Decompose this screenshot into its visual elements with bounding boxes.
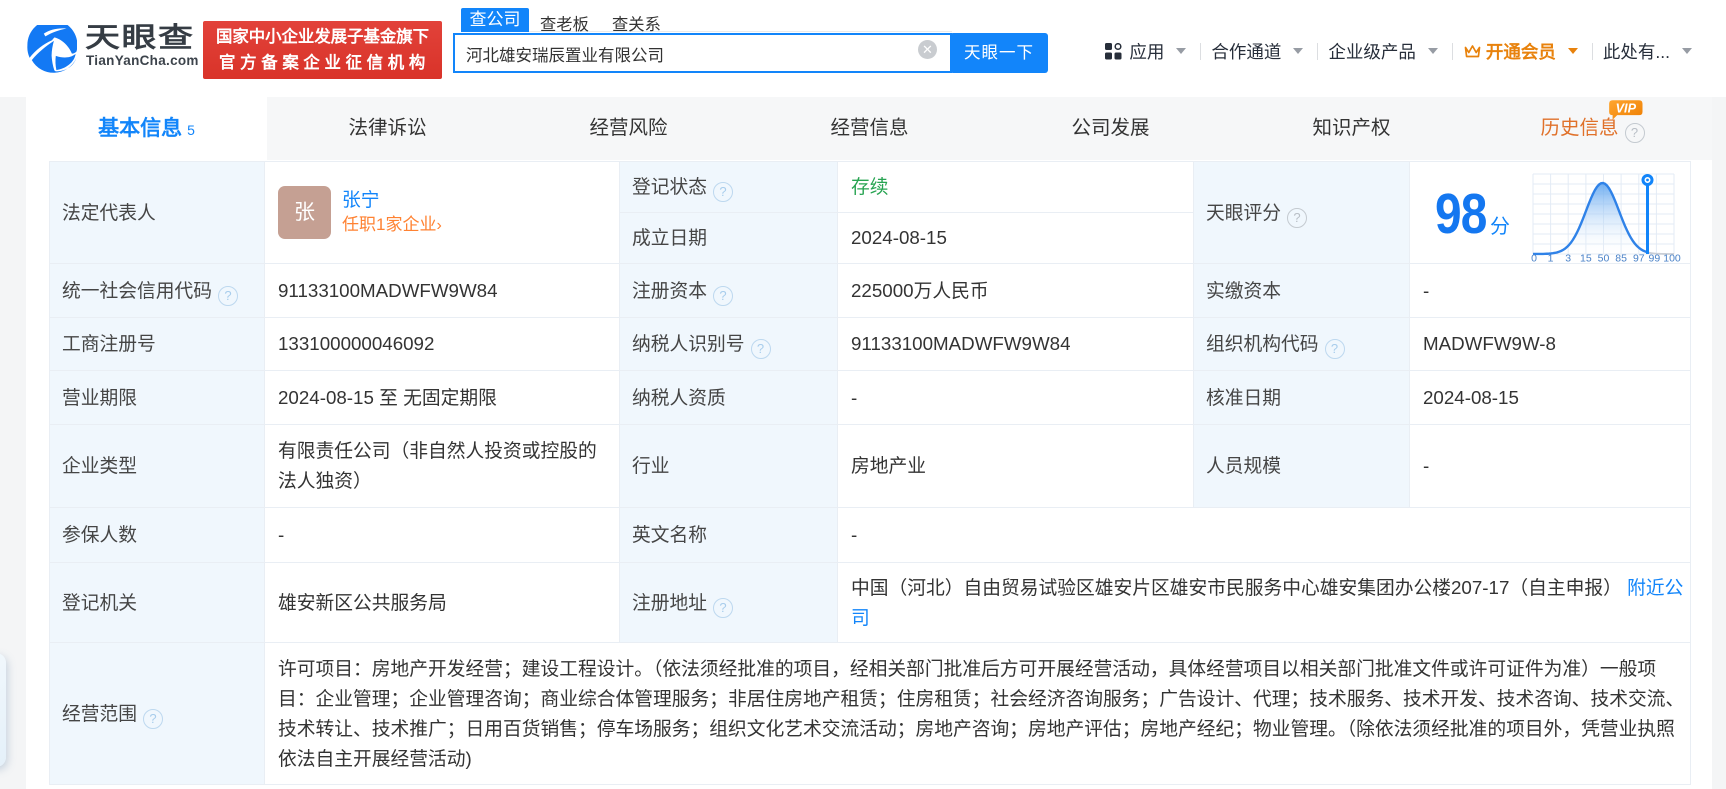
svg-text:15: 15: [1580, 252, 1592, 264]
svg-text:97: 97: [1633, 252, 1645, 264]
svg-text:100: 100: [1663, 252, 1681, 264]
svg-text:1: 1: [1548, 252, 1554, 264]
svg-text:VIP: VIP: [1616, 101, 1637, 115]
svg-text:50: 50: [1598, 252, 1610, 264]
svg-text:85: 85: [1615, 252, 1627, 264]
svg-text:3: 3: [1565, 252, 1571, 264]
svg-text:99: 99: [1649, 252, 1661, 264]
svg-text:0: 0: [1531, 252, 1537, 264]
